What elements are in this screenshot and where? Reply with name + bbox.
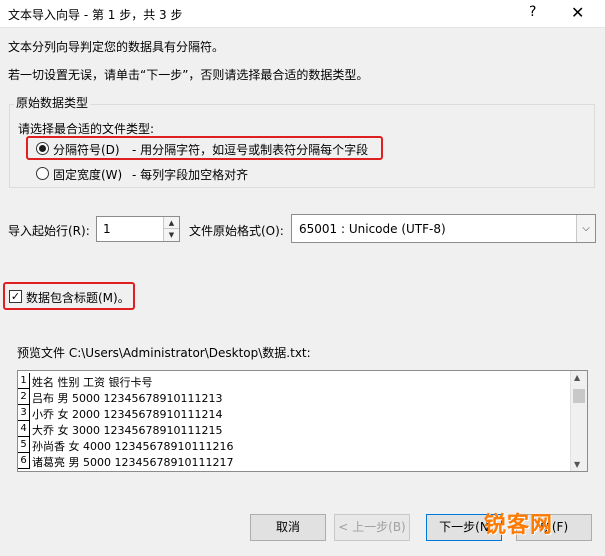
preview-row-number: 1	[18, 373, 30, 389]
file-origin-label: 文件原始格式(O):	[189, 224, 284, 238]
file-type-prompt: 请选择最合适的文件类型:	[18, 122, 155, 136]
watermark-logo: 锐客网	[484, 513, 554, 538]
help-icon[interactable]: ?	[529, 4, 536, 20]
delimited-radio[interactable]	[36, 142, 49, 155]
scroll-thumb[interactable]	[573, 389, 585, 403]
intro-line-1: 文本分列向导判定您的数据具有分隔符。	[8, 40, 225, 54]
delimited-description: - 用分隔字符，如逗号或制表符分隔每个字段	[132, 143, 369, 157]
scroll-down-icon[interactable]: ▼	[574, 460, 580, 469]
close-icon[interactable]: ✕	[571, 3, 584, 22]
cancel-button[interactable]: 取消	[250, 514, 326, 541]
preview-row-text: 孙尚香 女 4000 12345678910111216	[32, 440, 234, 453]
preview-row-text: 大乔 女 3000 12345678910111215	[32, 424, 223, 437]
delimited-label[interactable]: 分隔符号(D)	[53, 141, 120, 158]
stepper-down-icon[interactable]: ▼	[164, 229, 179, 241]
file-origin-value[interactable]: 65001 : Unicode (UTF-8)	[299, 222, 446, 236]
title-bar: 文本导入向导 - 第 1 步，共 3 步 ? ✕	[0, 0, 605, 28]
intro-line-2: 若一切设置无误，请单击“下一步”，否则请选择最合适的数据类型。	[8, 68, 369, 82]
fixed-width-label[interactable]: 固定宽度(W)	[53, 166, 122, 183]
original-type-legend: 原始数据类型	[14, 94, 91, 111]
start-row-stepper[interactable]: 1 ▲ ▼	[96, 216, 180, 242]
fixed-width-radio[interactable]	[36, 167, 49, 180]
start-row-value[interactable]: 1	[103, 222, 111, 236]
preview-pane[interactable]: 1 姓名 性别 工资 银行卡号 2 吕布 男 5000 123456789101…	[17, 370, 588, 472]
preview-row-text: 诸葛亮 男 5000 12345678910111217	[32, 456, 234, 469]
fixed-width-description: - 每列字段加空格对齐	[132, 168, 249, 182]
preview-label: 预览文件 C:\Users\Administrator\Desktop\数据.t…	[17, 346, 311, 360]
stepper-up-icon[interactable]: ▲	[164, 217, 179, 229]
start-row-label: 导入起始行(R):	[8, 224, 90, 238]
preview-row-number: 4	[18, 421, 30, 437]
preview-row-text: 姓名 性别 工资 银行卡号	[32, 376, 153, 389]
headers-checkbox[interactable]: ✓	[9, 290, 22, 303]
back-button[interactable]: < 上一步(B)	[334, 514, 410, 541]
stepper-arrows[interactable]: ▲ ▼	[163, 217, 179, 241]
preview-row-number: 2	[18, 389, 30, 405]
window-title: 文本导入向导 - 第 1 步，共 3 步	[8, 8, 183, 22]
preview-row-number: 3	[18, 405, 30, 421]
scroll-up-icon[interactable]: ▲	[574, 373, 580, 382]
preview-row-number: 5	[18, 437, 30, 453]
preview-row-text: 小乔 女 2000 12345678910111214	[32, 408, 223, 421]
preview-row-text: 吕布 男 5000 12345678910111213	[32, 392, 223, 405]
headers-checkbox-label[interactable]: 数据包含标题(M)。	[26, 289, 130, 306]
chevron-down-icon[interactable]: ⌵	[576, 215, 595, 242]
file-origin-select[interactable]: 65001 : Unicode (UTF-8) ⌵	[291, 214, 596, 243]
preview-row-number: 6	[18, 453, 30, 469]
preview-vertical-scrollbar[interactable]: ▲ ▼	[570, 371, 587, 471]
